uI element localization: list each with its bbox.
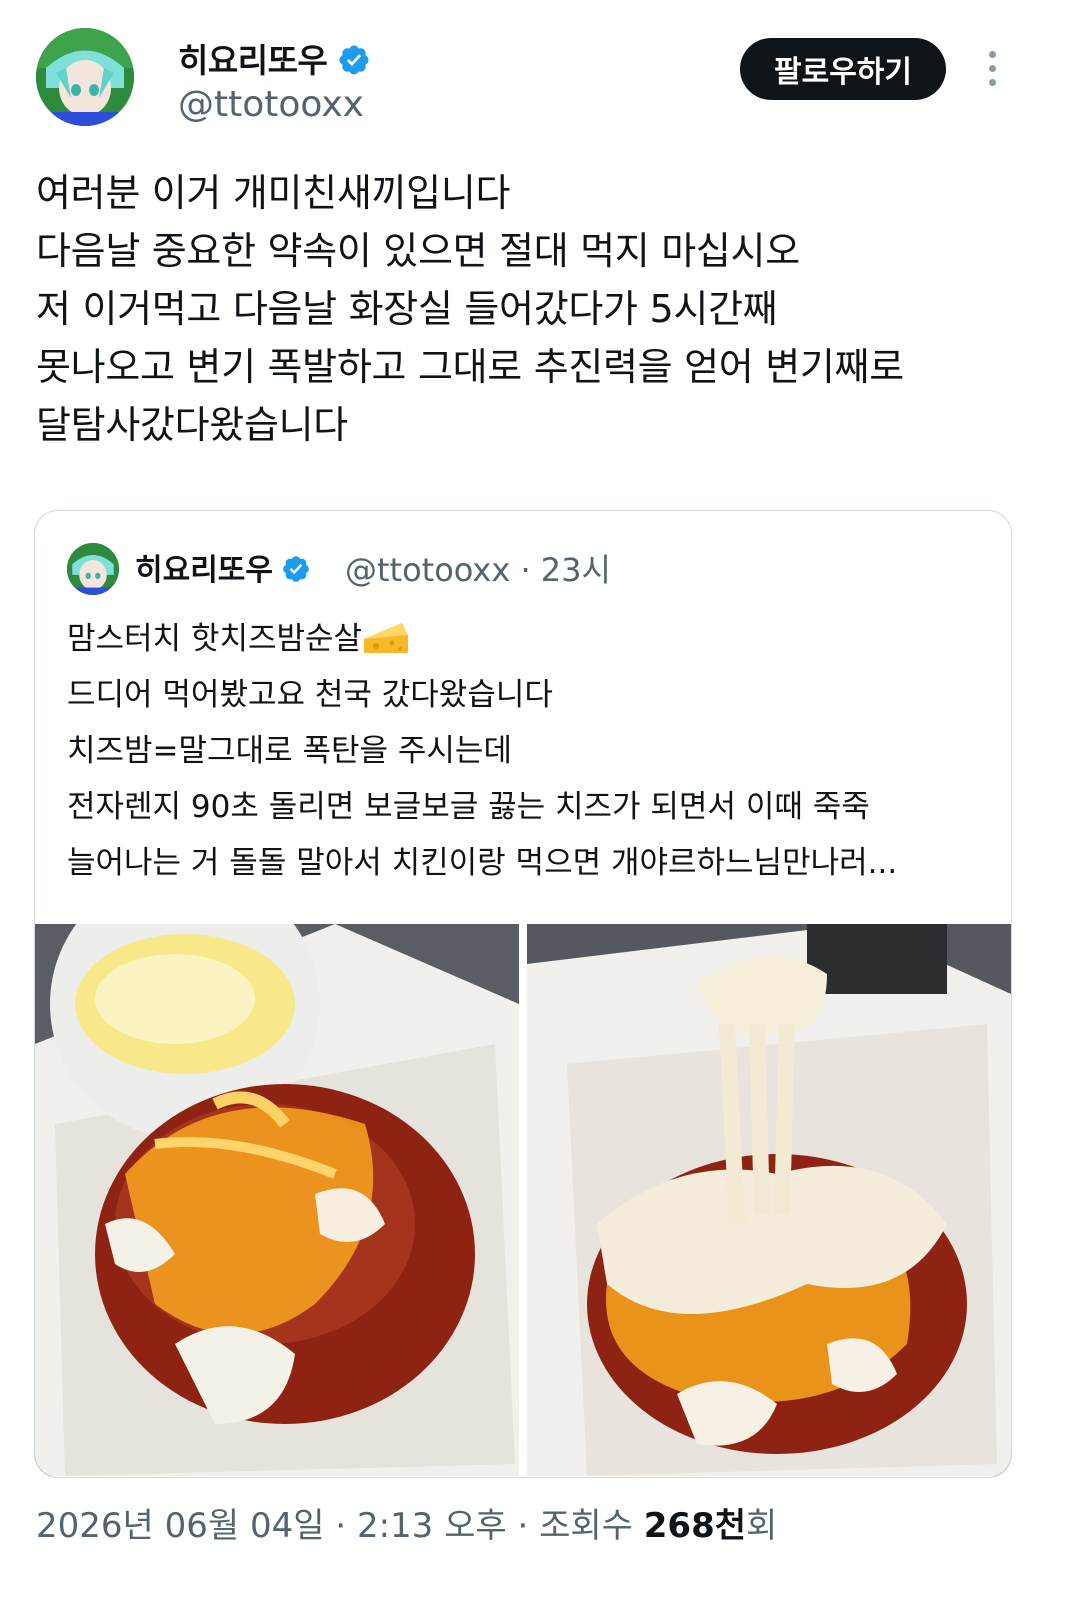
display-name-text: 히요리또우: [178, 41, 328, 80]
more-vertical-icon[interactable]: [980, 48, 1004, 92]
post-time[interactable]: 2:13 오후: [357, 1506, 507, 1546]
footer-separator: ·: [506, 1506, 540, 1546]
quote-time: 23시: [540, 551, 611, 589]
quote-line: 전자렌지 90초 돌리면 보글보글 끓는 치즈가 되면서 이때 죽죽: [67, 789, 870, 825]
follow-button[interactable]: 팔로우하기: [740, 38, 946, 100]
quote-display-name: 히요리또우: [135, 545, 311, 589]
tweet-text: 여러분 이거 개미친새끼입니다 다음날 중요한 약속이 있으면 절대 먹지 마십…: [36, 164, 1046, 454]
tweet-line: 달탐사갔다왔습니다: [36, 403, 348, 447]
quote-line: 드디어 먹어봤고요 천국 갔다왔습니다: [67, 677, 553, 713]
quote-handle: @ttotooxx: [345, 551, 511, 589]
quote-line-text: 맘스터치 핫치즈밤순살: [67, 621, 363, 657]
author-handle[interactable]: @ttotooxx: [178, 84, 364, 125]
views-suffix: 회: [746, 1506, 778, 1546]
footer-separator: ·: [324, 1506, 357, 1546]
verified-badge-icon: [281, 554, 311, 584]
tweet-footer: 2026년 06월 04일 · 2:13 오후 · 조회수 268천회: [36, 1498, 777, 1547]
quoted-tweet-card[interactable]: 히요리또우 @ttotooxx · 23시 맘스터치 핫치즈밤순살 드디어 먹어…: [34, 510, 1012, 1478]
quote-display-name-text: 히요리또우: [135, 553, 273, 588]
views-label: 조회수: [539, 1506, 633, 1546]
views-count: 268천: [643, 1506, 747, 1546]
verified-badge-icon: [337, 43, 371, 77]
quote-text: 맘스터치 핫치즈밤순살 드디어 먹어봤고요 천국 갔다왔습니다 치즈밤=말그대로…: [67, 611, 997, 891]
tweet-line: 저 이거먹고 다음날 화장실 들어갔다가 5시간째: [36, 287, 778, 331]
post-date[interactable]: 2026년 06월 04일: [36, 1506, 325, 1546]
tweet-line: 다음날 중요한 약속이 있으면 절대 먹지 마십시오: [36, 229, 800, 273]
meta-separator: ·: [510, 551, 541, 589]
quote-line: 치즈밤=말그대로 폭탄을 주시는데: [67, 733, 512, 769]
quote-line: 늘어나는 거 돌돌 말아서 치킨이랑 먹으면 개야르하느님만나러...: [67, 845, 898, 881]
author-display-name[interactable]: 히요리또우: [178, 34, 371, 82]
food-photo-right[interactable]: [527, 924, 1011, 1476]
author-avatar[interactable]: [36, 28, 134, 126]
quote-author-avatar: [67, 543, 119, 595]
quote-line: 맘스터치 핫치즈밤순살: [67, 611, 997, 667]
tweet-line: 못나오고 변기 폭발하고 그대로 추진력을 얻어 변기째로: [36, 345, 904, 389]
cheese-wedge-icon: [362, 619, 410, 657]
tweet-line: 여러분 이거 개미친새끼입니다: [36, 171, 511, 215]
food-photo-left[interactable]: [35, 924, 519, 1476]
quote-meta: @ttotooxx · 23시: [345, 545, 611, 591]
